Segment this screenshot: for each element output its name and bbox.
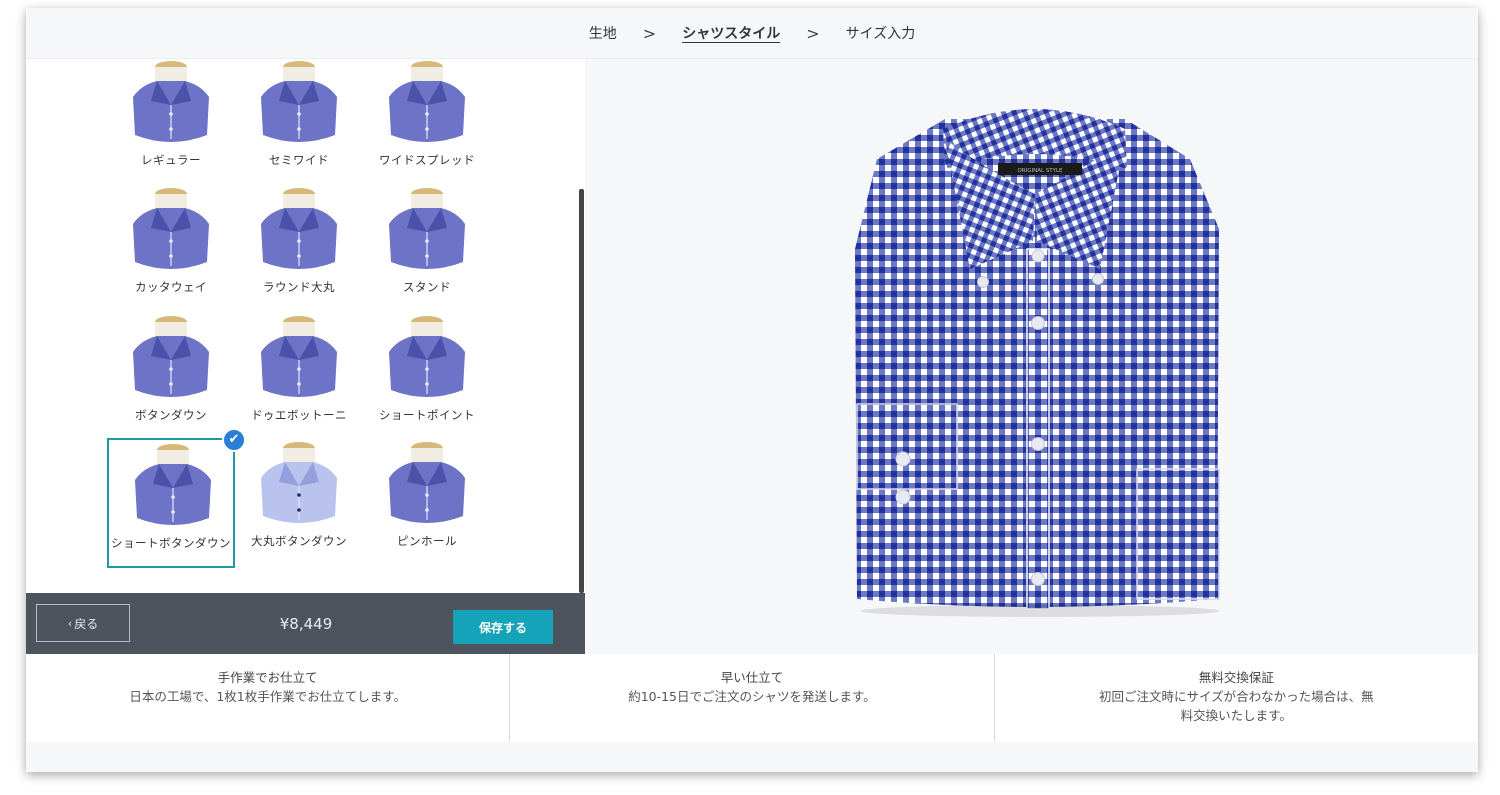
collar-label: ワイドスプレッド	[379, 153, 475, 167]
shirt-preview: ORIGINAL STYLE	[585, 59, 1478, 654]
collar-label: ショートポイント	[379, 408, 475, 422]
feature-desc: 日本の工場で、1枚1枚手作業でお仕立てします。	[129, 689, 406, 704]
collar-style-panel: レギュラー セミワイド ワイドスプレッドカッタウェイ ラウンド大丸 スタンドボタンダウン…	[26, 59, 585, 593]
collar-option-shortbuttondown[interactable]: ショートボタンダウン	[107, 438, 235, 568]
feature-handmade: 手作業でお仕立て 日本の工場で、1枚1枚手作業でお仕立てします。	[26, 654, 509, 742]
collar-label: ラウンド大丸	[263, 280, 335, 294]
step-size-input[interactable]: サイズ入力	[846, 23, 916, 43]
chevron-left-icon: ‹	[67, 616, 73, 630]
feature-title: 手作業でお仕立て	[217, 670, 318, 685]
action-bar: ‹ 戻る ¥8,449 保存する	[26, 593, 585, 654]
shirt-image: ORIGINAL STYLE	[855, 109, 1220, 617]
collar-label: セミワイド	[269, 153, 329, 167]
collar-image	[261, 442, 337, 523]
feature-fast: 早い仕立て 約10-15日でご注文のシャツを発送します。	[509, 654, 993, 742]
step-shirt-style[interactable]: シャツスタイル	[682, 23, 780, 43]
collar-label: ショートボタンダウン	[111, 536, 231, 550]
collar-label: ボタンダウン	[135, 408, 207, 422]
chevron-right-icon: >	[806, 23, 820, 43]
collar-label: カッタウェイ	[135, 280, 207, 294]
collar-option-roundbuttondown[interactable]: 大丸ボタンダウン	[235, 438, 363, 566]
feature-footer: 手作業でお仕立て 日本の工場で、1枚1枚手作業でお仕立てします。 早い仕立て 約…	[26, 654, 1478, 742]
feature-guarantee: 無料交換保証 初回ご注文時にサイズが合わなかった場合は、無料交換いたします。	[993, 654, 1478, 742]
price-display: ¥8,449	[279, 614, 333, 633]
collar-option-wide[interactable]: ワイドスプレッド	[363, 59, 491, 185]
collar-option-cutaway[interactable]: カッタウェイ	[107, 184, 235, 312]
collar-option-regular[interactable]: レギュラー	[107, 59, 235, 185]
feature-title: 無料交換保証	[1198, 670, 1274, 685]
save-button[interactable]: 保存する	[453, 610, 553, 644]
collar-option-stand[interactable]: スタンド	[363, 184, 491, 312]
shirt-brand-label: ORIGINAL STYLE	[1017, 168, 1063, 174]
feature-desc: 約10-15日でご注文のシャツを発送します。	[628, 689, 876, 704]
collar-label: 大丸ボタンダウン	[251, 534, 347, 548]
collar-label: スタンド	[403, 280, 451, 294]
collar-image	[389, 61, 465, 142]
collar-image	[261, 61, 337, 142]
collar-image	[133, 188, 209, 269]
selected-check-icon: ✔	[222, 428, 246, 452]
collar-image	[389, 188, 465, 269]
collar-option-buttondown[interactable]: ボタンダウン	[107, 312, 235, 440]
app-window: 生地 > シャツスタイル > サイズ入力 レギュラー セミワイド ワイドスプレッドカ…	[26, 8, 1478, 772]
collar-option-shortpoint[interactable]: ショートポイント	[363, 312, 491, 440]
chevron-right-icon: >	[642, 23, 657, 43]
collar-grid: レギュラー セミワイド ワイドスプレッドカッタウェイ ラウンド大丸 スタンドボタンダウン…	[26, 59, 585, 593]
collar-label: ドゥエボットーニ	[251, 408, 347, 422]
back-button-label: 戻る	[74, 616, 99, 631]
collar-image	[135, 444, 211, 525]
step-fabric[interactable]: 生地	[589, 23, 617, 43]
collar-option-pinhole[interactable]: ピンホール	[363, 438, 491, 566]
collar-image	[389, 442, 465, 523]
scrollbar-thumb[interactable]	[579, 189, 584, 593]
collar-label: レギュラー	[141, 153, 201, 167]
back-button[interactable]: ‹ 戻る	[36, 604, 130, 642]
collar-image	[133, 61, 209, 142]
feature-desc: 初回ご注文時にサイズが合わなかった場合は、無料交換いたします。	[1098, 689, 1374, 723]
collar-image	[261, 316, 337, 397]
collar-image	[389, 316, 465, 397]
collar-option-duebottoni[interactable]: ドゥエボットーニ	[235, 312, 363, 440]
collar-option-round[interactable]: ラウンド大丸	[235, 184, 363, 312]
collar-option-semiwide[interactable]: セミワイド	[235, 59, 363, 185]
feature-title: 早い仕立て	[720, 670, 784, 685]
collar-label: ピンホール	[397, 534, 457, 548]
collar-image	[133, 316, 209, 397]
collar-image	[261, 188, 337, 269]
step-breadcrumb: 生地 > シャツスタイル > サイズ入力	[26, 8, 1478, 59]
